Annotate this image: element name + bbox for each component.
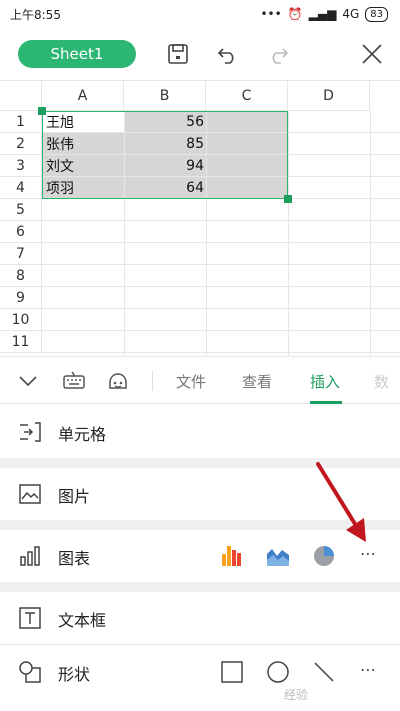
- signal-icon: ▂▄▆: [308, 7, 337, 21]
- line-shape-icon[interactable]: [312, 660, 336, 684]
- column-header-b[interactable]: B: [124, 81, 206, 111]
- gridline: [42, 264, 400, 265]
- column-header-c[interactable]: C: [206, 81, 288, 111]
- insert-shape-label: 形状: [58, 665, 91, 684]
- gridline: [42, 286, 400, 287]
- rectangle-shape-icon[interactable]: [220, 660, 244, 684]
- column-header-d[interactable]: D: [288, 81, 370, 111]
- row-header[interactable]: 8: [0, 265, 42, 287]
- insert-chart-label: 图表: [58, 549, 91, 568]
- spreadsheet-grid[interactable]: A B C D 1 2 3 4 5 6 7 8 9 10 11 王旭 张伟 刘文…: [0, 80, 400, 357]
- status-bar: 上午8:55 ••• ⏰ ▂▄▆ 4G 83: [0, 0, 400, 28]
- redo-icon[interactable]: [264, 40, 292, 68]
- bar-chart-icon[interactable]: [220, 544, 244, 568]
- gridline: [288, 111, 289, 357]
- row-header[interactable]: 5: [0, 199, 42, 221]
- status-icons: ••• ⏰ ▂▄▆ 4G 83: [260, 6, 388, 22]
- undo-icon[interactable]: [214, 40, 242, 68]
- tab-separator: [152, 371, 153, 391]
- insert-textbox-row[interactable]: 文本框: [0, 592, 400, 644]
- area-chart-icon[interactable]: [266, 544, 290, 568]
- insert-cell-row[interactable]: 单元格: [0, 406, 400, 458]
- gridline: [370, 111, 371, 357]
- row-header[interactable]: 7: [0, 243, 42, 265]
- gridline: [42, 352, 400, 353]
- watermark: 经验: [284, 688, 309, 702]
- row-header[interactable]: 6: [0, 221, 42, 243]
- network-type: 4G: [342, 7, 360, 21]
- active-tab-indicator: [310, 401, 342, 404]
- row-divider: [0, 644, 400, 645]
- row-header[interactable]: 4: [0, 177, 42, 199]
- tab-data[interactable]: 数: [374, 371, 389, 392]
- tab-view[interactable]: 查看: [242, 371, 272, 392]
- save-icon[interactable]: [164, 40, 192, 68]
- selection-handle-bottom-right[interactable]: [284, 195, 292, 203]
- picture-icon: [19, 484, 41, 504]
- sheet-name-button[interactable]: Sheet1: [18, 40, 136, 68]
- insert-shape-row[interactable]: 形状 ⋯: [0, 646, 400, 698]
- tab-file[interactable]: 文件: [176, 371, 206, 392]
- selection-handle-top-left[interactable]: [38, 107, 46, 115]
- annotation-arrow-icon: [316, 462, 366, 542]
- assistant-icon[interactable]: [106, 369, 130, 393]
- insert-picture-label: 图片: [58, 487, 91, 506]
- keyboard-icon[interactable]: [62, 369, 86, 393]
- tab-insert[interactable]: 插入: [310, 371, 340, 392]
- row-header[interactable]: 1: [0, 111, 42, 133]
- column-header-a[interactable]: A: [42, 81, 124, 111]
- gridline: [42, 330, 400, 331]
- battery-icon: 83: [365, 6, 388, 22]
- more-shapes-icon[interactable]: ⋯: [360, 660, 378, 679]
- chart-icon: [20, 546, 40, 566]
- section-divider: [0, 582, 400, 592]
- gridline: [42, 242, 400, 243]
- gridline: [42, 220, 400, 221]
- corner-header: [0, 81, 42, 111]
- selection-border: [42, 111, 288, 199]
- gridline: [42, 308, 400, 309]
- insert-cell-icon: [20, 422, 41, 442]
- ribbon-tab-bar: 文件 查看 插入 数: [0, 356, 400, 404]
- close-icon[interactable]: [358, 40, 386, 68]
- more-dots-icon: •••: [260, 7, 282, 21]
- row-header[interactable]: 10: [0, 309, 42, 331]
- row-header[interactable]: 3: [0, 155, 42, 177]
- insert-textbox-label: 文本框: [58, 611, 107, 630]
- row-header[interactable]: 9: [0, 287, 42, 309]
- alarm-icon: ⏰: [287, 7, 303, 21]
- shape-icon: [19, 661, 41, 683]
- top-toolbar: Sheet1: [0, 28, 400, 80]
- row-header[interactable]: 2: [0, 133, 42, 155]
- status-time: 上午8:55: [10, 7, 61, 22]
- textbox-icon: [19, 607, 41, 629]
- circle-shape-icon[interactable]: [266, 660, 290, 684]
- collapse-chevron-icon[interactable]: [16, 369, 40, 393]
- insert-cell-label: 单元格: [58, 425, 107, 444]
- row-header[interactable]: 11: [0, 331, 42, 353]
